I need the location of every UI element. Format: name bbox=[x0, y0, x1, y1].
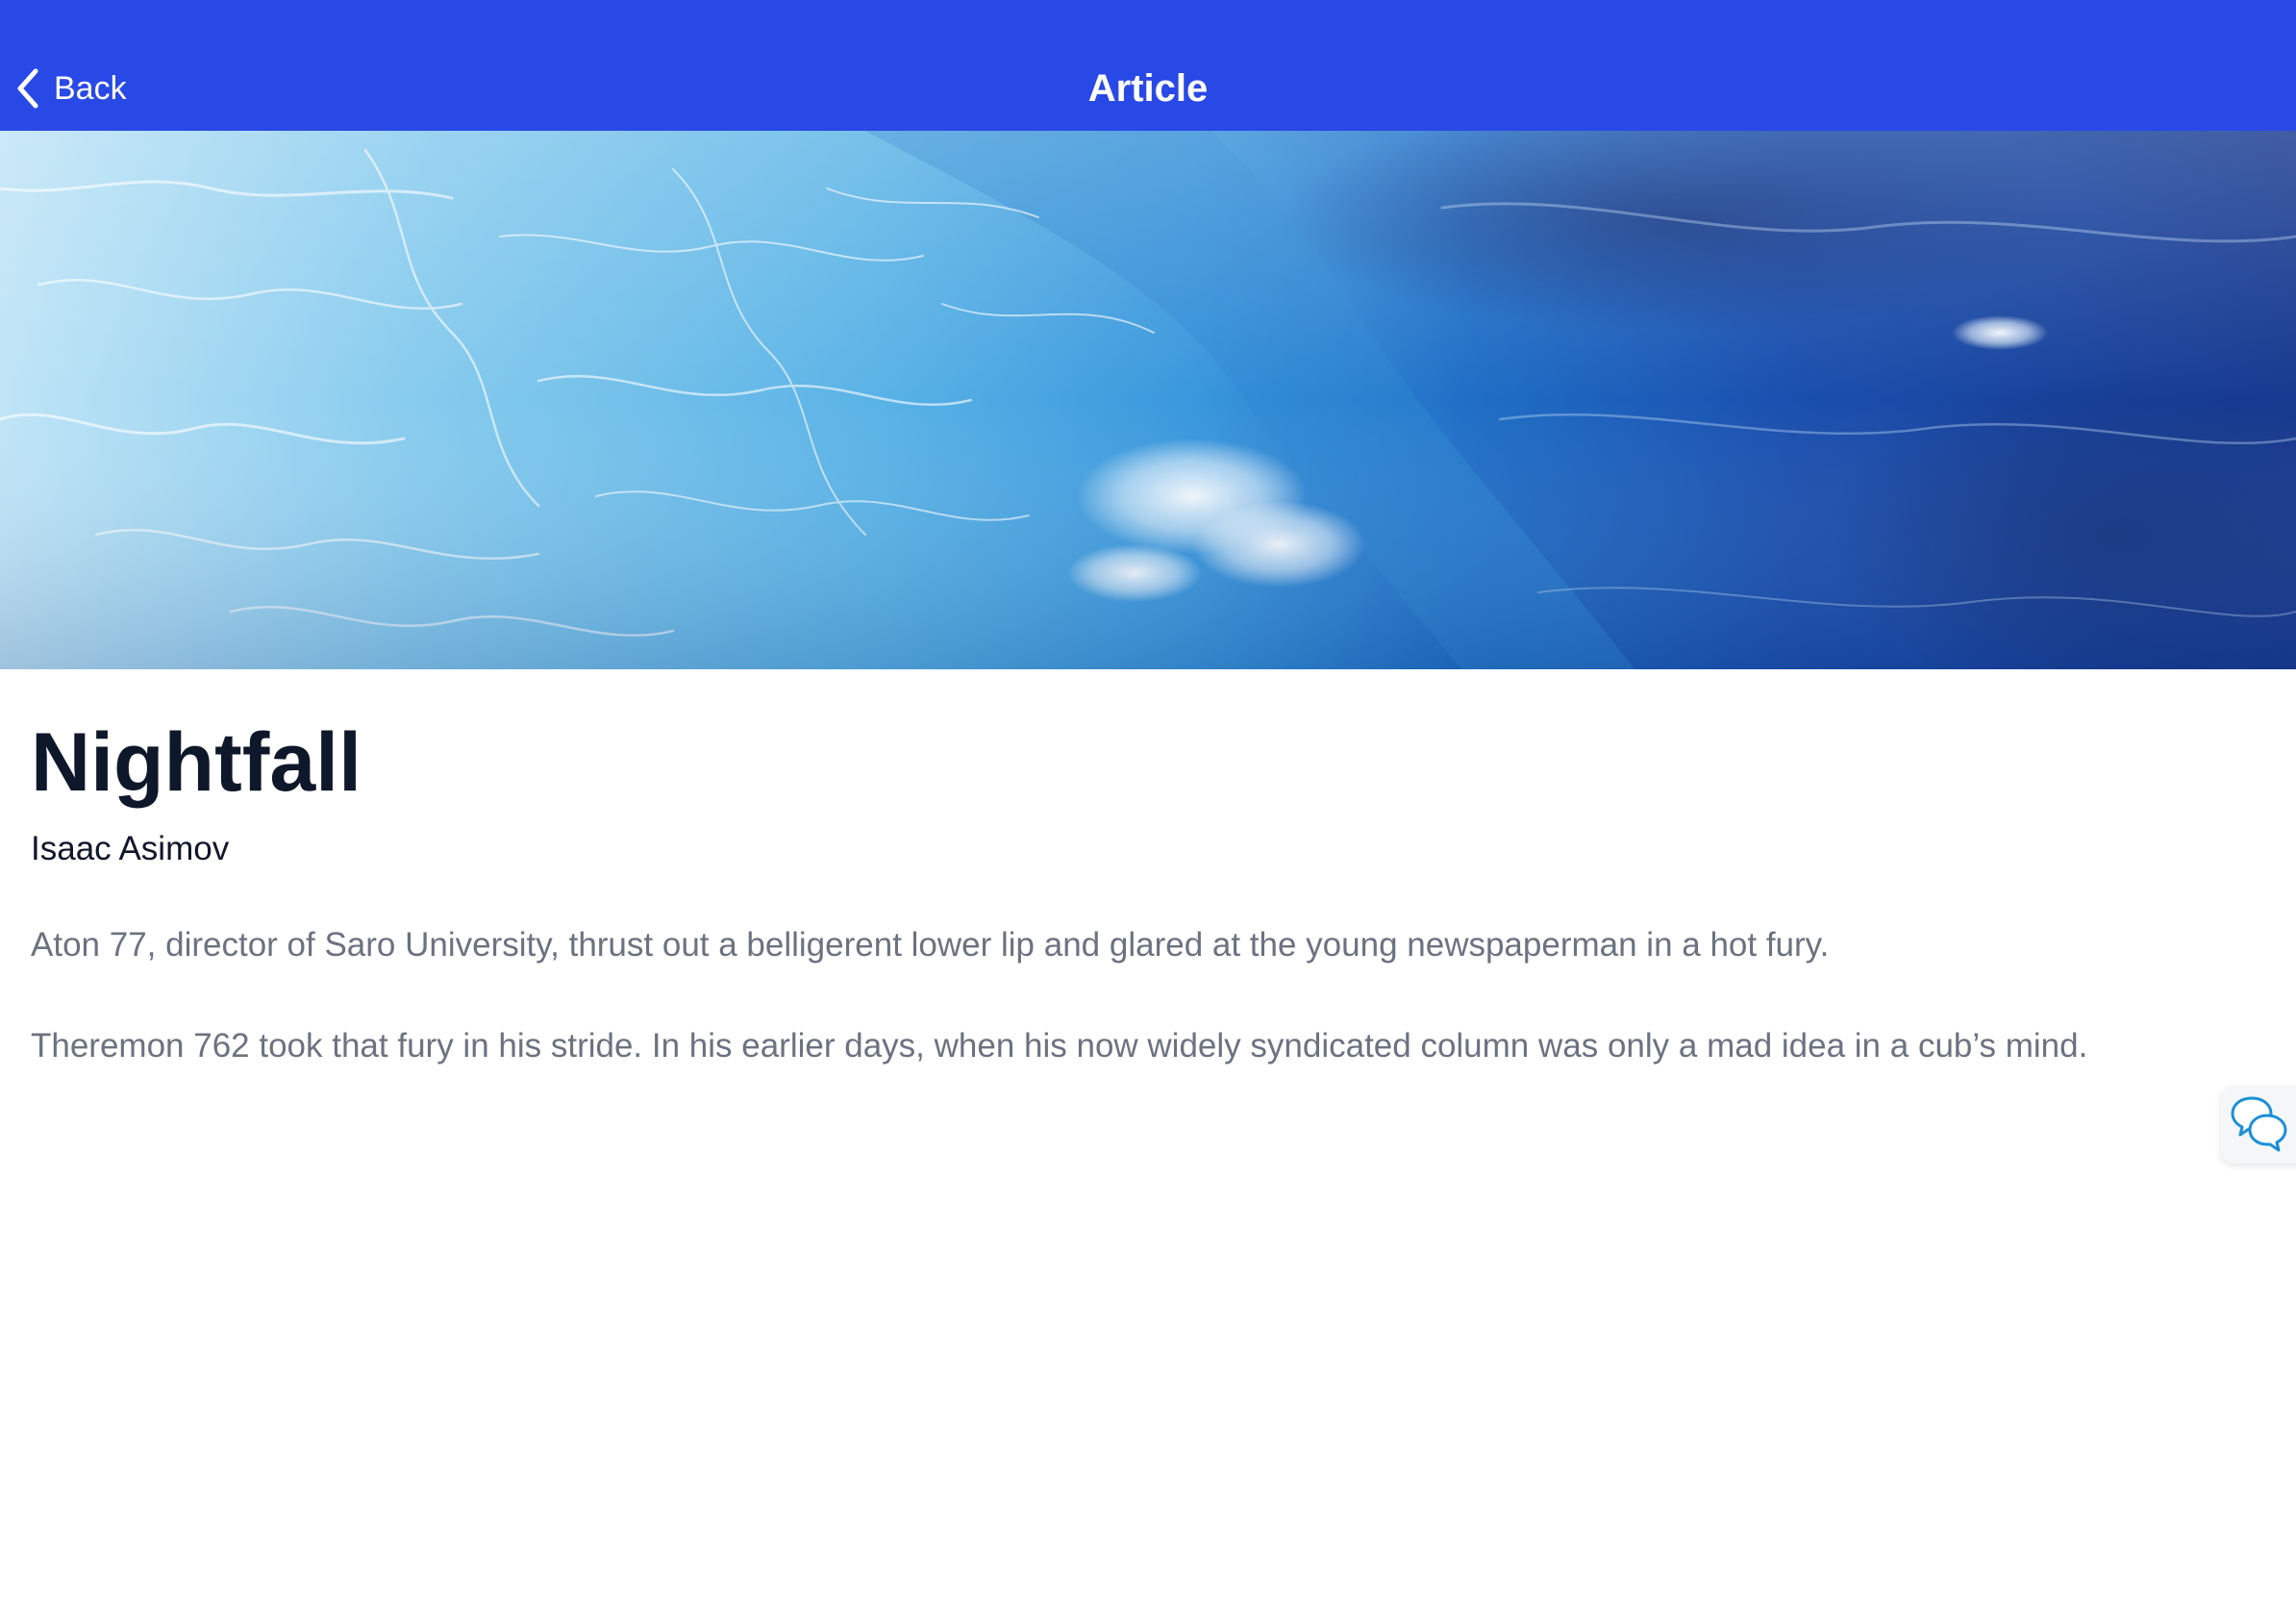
article-paragraph: Aton 77, director of Saro University, th… bbox=[31, 926, 1830, 964]
page-title: Article bbox=[1087, 67, 1209, 110]
article-author: Isaac Asimov bbox=[31, 830, 230, 867]
hero-image bbox=[0, 131, 2296, 669]
article-screen: Back Article Nightfall Isaac Asimov Aton… bbox=[0, 0, 2296, 1604]
navigation-bar: Back Article bbox=[0, 0, 2296, 131]
article-title: Nightfall bbox=[31, 716, 362, 809]
ocean-water-image bbox=[0, 131, 2296, 669]
chat-button[interactable] bbox=[2221, 1087, 2296, 1164]
article-paragraph: Theremon 762 took that fury in his strid… bbox=[31, 1027, 2088, 1065]
chat-bubbles-icon bbox=[2231, 1096, 2287, 1152]
